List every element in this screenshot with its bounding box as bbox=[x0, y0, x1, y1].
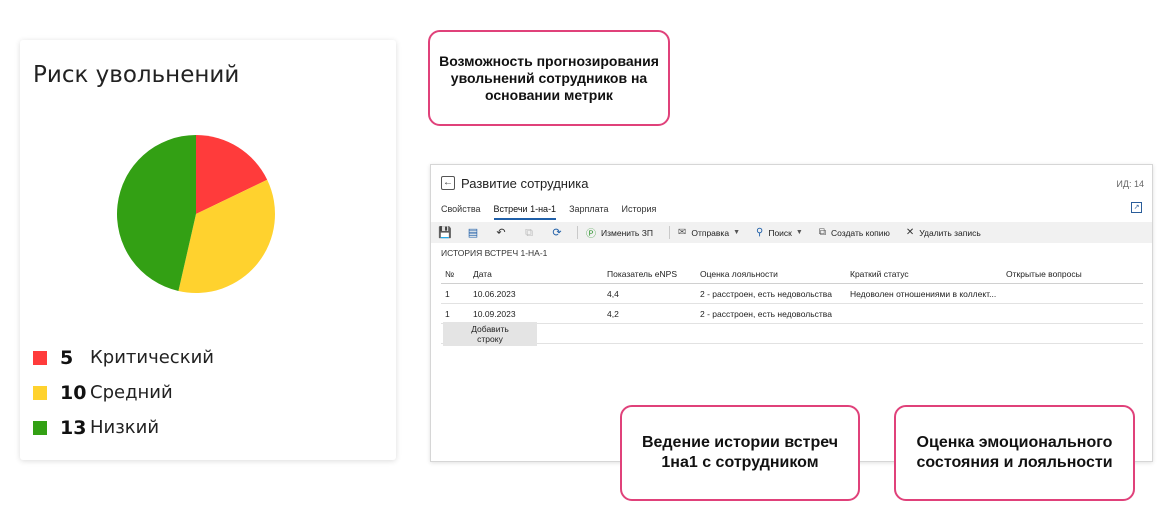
delete-record-button[interactable]: ✕ Удалить запись bbox=[906, 227, 981, 238]
col-header-number[interactable]: № bbox=[441, 269, 469, 279]
cell-loyalty[interactable]: 2 - расстроен, есть недовольства bbox=[696, 289, 846, 299]
col-header-status[interactable]: Краткий статус bbox=[846, 269, 1002, 279]
col-header-open-questions[interactable]: Открытые вопросы bbox=[1002, 269, 1143, 279]
legend-item-low: 13 Низкий bbox=[33, 410, 214, 445]
window-header: ← Развитие сотрудника ИД: 14 bbox=[431, 165, 1152, 201]
legend-label-critical: Критический bbox=[90, 347, 214, 368]
window-title: Развитие сотрудника bbox=[461, 176, 589, 191]
cell-enps[interactable]: 4,4 bbox=[603, 289, 696, 299]
col-header-date[interactable]: Дата bbox=[469, 269, 603, 279]
tab-salary[interactable]: Зарплата bbox=[569, 204, 608, 220]
chevron-down-icon: ▼ bbox=[733, 229, 740, 236]
toolbar: 💾 ▤ ↶ ⧉ ⟳ Ⓟ Изменить ЗП ✉ Отправка ▼ ⚲ П… bbox=[431, 222, 1152, 243]
create-copy-button[interactable]: ⧉ Создать копию bbox=[819, 227, 890, 238]
meetings-table: № Дата Показатель eNPS Оценка лояльности… bbox=[441, 264, 1143, 346]
callout-forecast: Возможность прогнозирования увольнений с… bbox=[428, 30, 670, 126]
close-icon: ✕ bbox=[905, 227, 915, 238]
risk-card-title: Риск увольнений bbox=[33, 62, 240, 88]
change-salary-label: Изменить ЗП bbox=[601, 227, 653, 238]
cell-number[interactable]: 1 bbox=[441, 289, 469, 299]
table-row[interactable]: 1 10.09.2023 4,2 2 - расстроен, есть нед… bbox=[441, 304, 1143, 324]
tab-history[interactable]: История bbox=[621, 204, 656, 220]
add-row-button[interactable]: Добавить строку bbox=[443, 321, 537, 346]
legend-count-medium: 10 bbox=[60, 381, 87, 404]
mail-icon: ✉ bbox=[677, 227, 687, 238]
cell-enps[interactable]: 4,2 bbox=[603, 309, 696, 319]
send-dropdown-button[interactable]: ✉ Отправка ▼ bbox=[678, 227, 740, 238]
legend-count-low: 13 bbox=[60, 416, 87, 439]
save-and-close-icon[interactable]: ▤ bbox=[465, 226, 481, 240]
risk-pie-chart bbox=[117, 135, 276, 293]
back-arrow-icon[interactable]: ← bbox=[441, 176, 455, 190]
legend-count-critical: 5 bbox=[60, 346, 74, 369]
legend-item-critical: 5 Критический bbox=[33, 340, 214, 375]
callout-loyalty-assessment: Оценка эмоционального состояния и лояльн… bbox=[894, 405, 1135, 501]
risk-card: Риск увольнений 5 Критический 10 Средний… bbox=[20, 40, 396, 460]
legend-label-medium: Средний bbox=[90, 382, 173, 403]
change-salary-button[interactable]: Ⓟ Изменить ЗП bbox=[586, 225, 653, 241]
cell-status[interactable]: Недоволен отношениями в коллект... bbox=[846, 289, 1002, 299]
section-title: ИСТОРИЯ ВСТРЕЧ 1-НА-1 bbox=[441, 248, 548, 258]
chevron-down-icon: ▼ bbox=[795, 229, 803, 236]
table-header-row: № Дата Показатель eNPS Оценка лояльности… bbox=[441, 264, 1143, 284]
send-label: Отправка bbox=[691, 227, 730, 238]
cell-date[interactable]: 10.09.2023 bbox=[469, 309, 603, 319]
search-dropdown-button[interactable]: ⚲ Поиск ▼ bbox=[756, 227, 803, 238]
toolbar-divider bbox=[577, 226, 578, 239]
create-copy-label: Создать копию bbox=[830, 227, 890, 238]
risk-legend: 5 Критический 10 Средний 13 Низкий bbox=[33, 340, 214, 445]
copy-disabled-icon[interactable]: ⧉ bbox=[521, 226, 537, 240]
cell-number[interactable]: 1 bbox=[441, 309, 469, 319]
search-label: Поиск bbox=[768, 227, 792, 238]
col-header-loyalty[interactable]: Оценка лояльности bbox=[696, 269, 846, 279]
save-icon[interactable]: 💾 bbox=[437, 226, 453, 240]
legend-label-low: Низкий bbox=[90, 417, 160, 438]
add-row-container: Добавить строку bbox=[441, 321, 1143, 346]
toolbar-divider bbox=[668, 226, 670, 239]
record-id: ИД: 14 bbox=[1116, 179, 1144, 189]
undo-icon[interactable]: ↶ bbox=[493, 226, 509, 240]
legend-item-medium: 10 Средний bbox=[33, 375, 214, 410]
salary-icon: Ⓟ bbox=[586, 229, 596, 240]
refresh-icon[interactable]: ⟳ bbox=[549, 226, 565, 240]
copy-icon: ⧉ bbox=[818, 227, 826, 238]
search-icon: ⚲ bbox=[756, 227, 764, 238]
delete-record-label: Удалить запись bbox=[919, 227, 981, 238]
col-header-enps[interactable]: Показатель eNPS bbox=[603, 269, 696, 279]
cell-loyalty[interactable]: 2 - расстроен, есть недовольства bbox=[696, 309, 846, 319]
open-in-new-window-icon[interactable]: ↗ bbox=[1131, 202, 1142, 213]
legend-swatch-low bbox=[33, 420, 47, 435]
legend-swatch-critical bbox=[33, 350, 47, 365]
tab-one-on-one[interactable]: Встречи 1-на-1 bbox=[493, 204, 557, 220]
cell-date[interactable]: 10.06.2023 bbox=[469, 289, 603, 299]
legend-swatch-medium bbox=[33, 385, 47, 400]
table-row[interactable]: 1 10.06.2023 4,4 2 - расстроен, есть нед… bbox=[441, 284, 1143, 304]
tab-properties[interactable]: Свойства bbox=[441, 204, 481, 220]
callout-meeting-history: Ведение истории встреч 1на1 с сотруднико… bbox=[620, 405, 860, 501]
tab-bar: Свойства Встречи 1-на-1 Зарплата История bbox=[441, 204, 669, 220]
